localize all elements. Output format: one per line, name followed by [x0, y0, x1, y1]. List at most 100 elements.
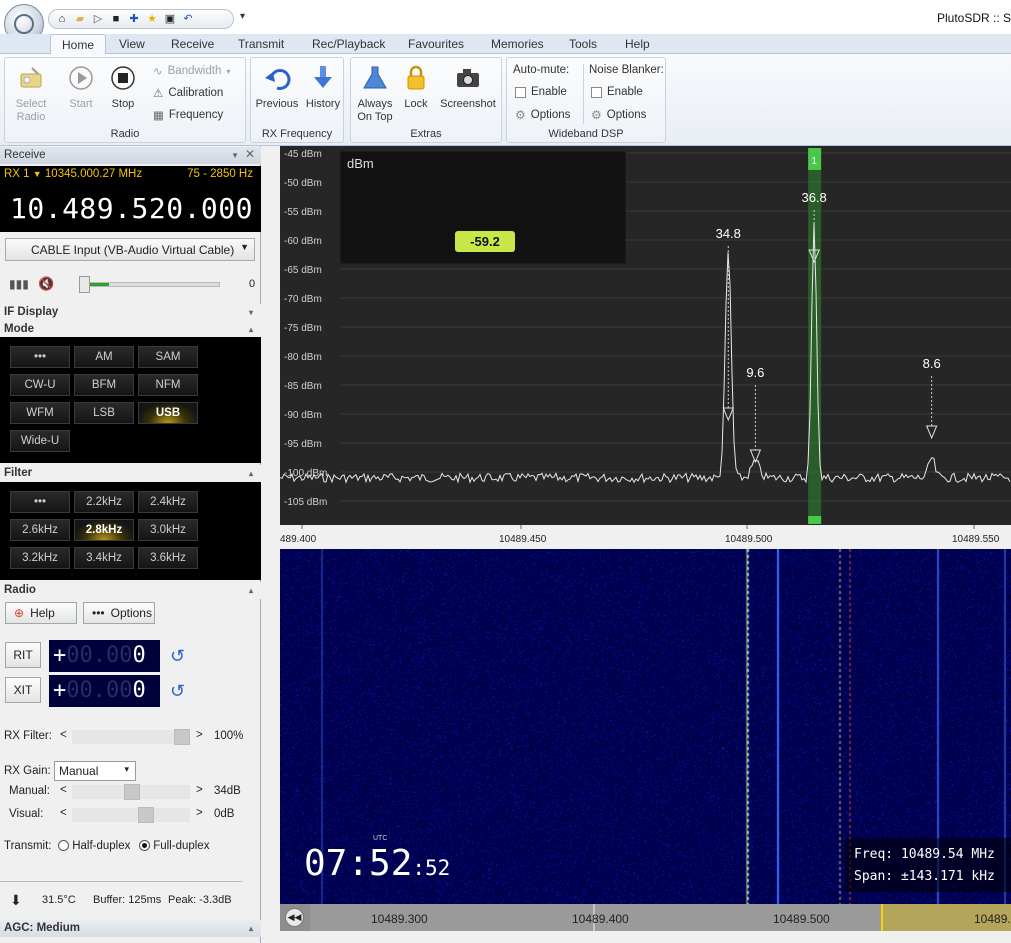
- bottom-strip: [280, 931, 1011, 943]
- filter-3-6khz-button[interactable]: 3.6kHz: [138, 547, 198, 569]
- download-icon[interactable]: ⬇: [10, 892, 22, 909]
- undo-icon[interactable]: ↶: [181, 12, 195, 26]
- screenshot-button[interactable]: Screenshot: [437, 64, 499, 111]
- scroll-left-icon[interactable]: <: [60, 784, 67, 796]
- calibration-button[interactable]: ⚠ Calibration: [153, 86, 223, 100]
- mode-sam-button[interactable]: SAM: [138, 346, 198, 368]
- frequency-button[interactable]: ▦ Frequency: [153, 108, 223, 122]
- play-icon[interactable]: ▷: [91, 12, 105, 26]
- automute-options-button[interactable]: ⚙ Options: [515, 108, 570, 122]
- rx-frequency-group-label: RX Frequency: [261, 128, 333, 140]
- agc-header[interactable]: AGC: Medium ▴: [0, 920, 261, 937]
- wf-tick-1: 10489.400: [572, 912, 629, 926]
- level-bars-icon[interactable]: ▮▮▮: [9, 277, 29, 291]
- mode-header[interactable]: Mode ▴: [0, 321, 261, 338]
- tab-help[interactable]: Help: [625, 37, 650, 51]
- filter-3-4khz-button[interactable]: 3.4kHz: [74, 547, 134, 569]
- half-duplex-radio[interactable]: Half-duplex: [58, 840, 130, 852]
- previous-button[interactable]: Previous: [254, 64, 300, 111]
- options-button[interactable]: ••• Options: [83, 602, 155, 624]
- tab-rec-playback[interactable]: Rec/Playback: [312, 37, 385, 51]
- dropdown-icon[interactable]: ▼: [231, 147, 239, 164]
- tab-memories[interactable]: Memories: [491, 37, 544, 51]
- tab-favourites[interactable]: Favourites: [408, 37, 464, 51]
- lock-icon: [402, 64, 430, 92]
- marker-label: 8.6: [923, 356, 941, 371]
- star-icon[interactable]: ★: [145, 12, 159, 26]
- scroll-left-icon[interactable]: <: [60, 807, 67, 819]
- if-display-header[interactable]: IF Display ▾: [0, 304, 261, 321]
- rx-filter-slider[interactable]: [72, 729, 190, 745]
- visual-gain-slider[interactable]: [72, 807, 190, 823]
- filter-header[interactable]: Filter ▴: [0, 465, 261, 482]
- mode-wfm-button[interactable]: WFM: [10, 402, 70, 424]
- bandwidth-button[interactable]: ∿ Bandwidth ▾: [153, 64, 230, 78]
- xit-button[interactable]: XIT: [5, 677, 41, 703]
- tab-tools[interactable]: Tools: [569, 37, 597, 51]
- rewind-icon[interactable]: ◀◀: [285, 908, 304, 927]
- ribbon: Select Radio Start Stop ∿ Bandwidth ▾ ⚠ Cal…: [0, 54, 1011, 146]
- stop-icon: [109, 64, 137, 92]
- mode-nfm-button[interactable]: NFM: [138, 374, 198, 396]
- rx-gain-mode-select[interactable]: Manual ▾: [54, 761, 136, 781]
- rit-button[interactable]: RIT: [5, 642, 41, 668]
- reset-xit-icon[interactable]: ↺: [170, 681, 185, 702]
- mode-lsb-button[interactable]: LSB: [74, 402, 134, 424]
- always-on-top-button[interactable]: Always On Top: [353, 64, 397, 124]
- start-button[interactable]: Start: [61, 64, 101, 111]
- mute-speaker-icon[interactable]: 🔇: [38, 276, 54, 292]
- select-radio-button[interactable]: Select Radio: [9, 64, 53, 124]
- radio-device-icon: [17, 64, 45, 92]
- filter-3-2khz-button[interactable]: 3.2kHz: [10, 547, 70, 569]
- stop-icon[interactable]: ■: [109, 12, 123, 26]
- mode-am-button[interactable]: AM: [74, 346, 134, 368]
- help-button[interactable]: ⊕ Help: [5, 602, 77, 624]
- reset-rit-icon[interactable]: ↺: [170, 646, 185, 667]
- tab-receive[interactable]: Receive: [171, 37, 214, 51]
- filter-more-button[interactable]: •••: [10, 491, 70, 513]
- xit-value-display[interactable]: +00.000: [49, 675, 160, 707]
- scroll-right-icon[interactable]: >: [196, 729, 203, 741]
- rit-value-display[interactable]: +00.000: [49, 640, 160, 672]
- scroll-right-icon[interactable]: >: [196, 807, 203, 819]
- mode-wide-u-button[interactable]: Wide-U: [10, 430, 70, 452]
- rx-vfo-line[interactable]: RX 1 ▼ 10345.000.27 MHz: [4, 168, 142, 180]
- home-icon[interactable]: ⌂: [55, 12, 69, 26]
- filter-3-0khz-button[interactable]: 3.0kHz: [138, 519, 198, 541]
- radio-section-header[interactable]: Radio ▴: [0, 582, 261, 599]
- add-icon[interactable]: ✚: [127, 12, 141, 26]
- history-button[interactable]: History: [303, 64, 343, 111]
- tab-home[interactable]: Home: [50, 34, 107, 55]
- mode-cw-u-button[interactable]: CW-U: [10, 374, 70, 396]
- mode-usb-button[interactable]: USB: [138, 402, 198, 424]
- noise-blanker-label: Noise Blanker:: [589, 64, 664, 76]
- filter-2-2khz-button[interactable]: 2.2kHz: [74, 491, 134, 513]
- filter-2-4khz-button[interactable]: 2.4kHz: [138, 491, 198, 513]
- lock-button[interactable]: Lock: [401, 64, 431, 111]
- stop-button[interactable]: Stop: [103, 64, 143, 111]
- frequency-display[interactable]: 10.489.520.000: [10, 192, 253, 225]
- noise-blanker-enable-checkbox[interactable]: Enable: [591, 86, 643, 98]
- automute-enable-checkbox[interactable]: Enable: [515, 86, 567, 98]
- camera-icon[interactable]: ▣: [163, 12, 177, 26]
- waterfall-display[interactable]: UTC 07:52:52 Freq: 10489.54 MHz Span: ±1…: [280, 549, 1011, 904]
- filter-2-8khz-button[interactable]: 2.8kHz: [74, 519, 134, 541]
- audio-device-select[interactable]: CABLE Input (VB-Audio Virtual Cable) ▼: [5, 238, 255, 261]
- manual-gain-slider[interactable]: [72, 784, 190, 800]
- scroll-left-icon[interactable]: <: [60, 729, 67, 741]
- folder-icon[interactable]: ▰: [73, 12, 87, 26]
- waterfall-frequency-bar[interactable]: ◀◀ 10489.300 10489.400 10489.500 10489.6: [280, 904, 1011, 931]
- volume-slider[interactable]: [78, 276, 220, 293]
- noise-blanker-options-button[interactable]: ⚙ Options: [591, 108, 646, 122]
- customize-qat-icon[interactable]: ▾: [240, 11, 245, 22]
- wf-tick-3: 10489.6: [974, 912, 1011, 926]
- filter-2-6khz-button[interactable]: 2.6kHz: [10, 519, 70, 541]
- mode-more-button[interactable]: •••: [10, 346, 70, 368]
- tab-transmit[interactable]: Transmit: [238, 37, 284, 51]
- mode-bfm-button[interactable]: BFM: [74, 374, 134, 396]
- tab-view[interactable]: View: [119, 37, 145, 51]
- full-duplex-radio[interactable]: Full-duplex: [139, 840, 209, 852]
- spectrum-display[interactable]: -45 dBm -50 dBm -55 dBm -60 dBm -65 dBm -70 d…: [280, 146, 1011, 548]
- close-icon[interactable]: ✕: [245, 146, 255, 163]
- scroll-right-icon[interactable]: >: [196, 784, 203, 796]
